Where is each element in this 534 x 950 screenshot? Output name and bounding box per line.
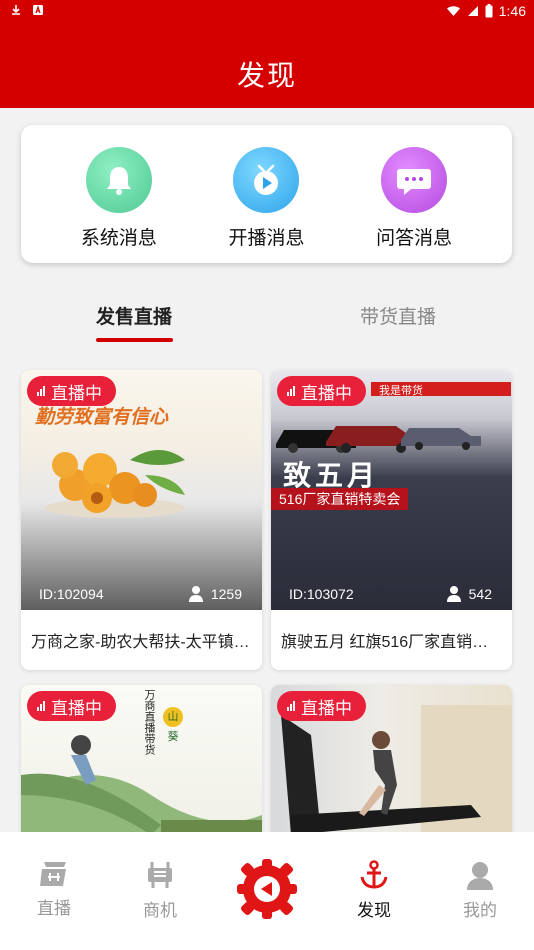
live-card[interactable]: 我是带货 致五月 516厂家直销特卖会 直播中 ID:103072 542 旗驶… (271, 370, 512, 670)
wifi-icon (446, 6, 460, 16)
live-badge: 直播中 (277, 691, 366, 721)
live-badge-label: 直播中 (301, 383, 352, 403)
nav-business-label: 商机 (143, 901, 177, 920)
nav-discover-label: 发现 (357, 901, 391, 920)
live-bars-icon (37, 701, 45, 711)
live-card[interactable]: 以 勤劳致富有信心 直播中 ID:102094 1259 万商之家-助农大帮扶-… (21, 370, 262, 670)
qa-message-label: 问答消息 (376, 228, 453, 249)
store-icon (148, 862, 172, 888)
live-message-label: 开播消息 (228, 228, 305, 249)
live-badge-label: 直播中 (51, 698, 102, 718)
live-title: 万商之家-助农大帮扶-太平镇枇杷 (31, 634, 253, 651)
notification-icon (33, 5, 43, 15)
system-message-label: 系统消息 (80, 228, 157, 249)
live-category-tabs: 发售直播 带货直播 (0, 290, 534, 350)
live-badge-label: 直播中 (51, 383, 102, 403)
nav-discover[interactable]: 发现 (334, 860, 414, 921)
user-icon (467, 862, 493, 890)
thumb-vertical-text: 万商直播带货 (143, 689, 155, 755)
system-message-button[interactable]: 系统消息 (59, 125, 179, 263)
app-bar: 发现 (0, 24, 534, 108)
live-badge: 直播中 (277, 376, 366, 406)
tab-presale-live[interactable]: 发售直播 (96, 302, 172, 329)
qa-message-button[interactable]: 问答消息 (354, 125, 474, 263)
center-play-icon (237, 859, 297, 919)
signal-icon (467, 6, 478, 16)
live-badge: 直播中 (27, 376, 116, 406)
shop-icon (40, 862, 66, 886)
active-tab-indicator (96, 338, 173, 342)
status-bar: 1:46 (0, 0, 534, 24)
live-badge: 直播中 (27, 691, 116, 721)
nav-mine-label: 我的 (463, 901, 497, 920)
treadmill-image (281, 705, 512, 835)
tv-play-icon (233, 147, 300, 213)
live-bars-icon (287, 701, 295, 711)
anchor-icon (360, 860, 388, 889)
viewer-count-value: 1259 (210, 586, 242, 602)
live-thumbnail: 以 勤劳致富有信心 直播中 ID:102094 1259 (21, 370, 262, 610)
nav-live-label: 直播 (37, 899, 71, 918)
loquat-fruit-image (45, 450, 185, 518)
thumb-subtitle: 516厂家直销特卖会 (271, 488, 409, 510)
viewer-count: 1259 (188, 586, 242, 602)
nav-center-play[interactable] (227, 858, 307, 920)
viewer-count-value: 542 (468, 586, 492, 602)
tab-sales-live[interactable]: 带货直播 (360, 302, 436, 329)
download-icon (12, 5, 20, 15)
cars-image (276, 426, 481, 453)
chat-bubble-icon (381, 147, 448, 213)
message-shortcuts-card: 系统消息 开播消息 问答消息 (21, 125, 512, 263)
live-thumbnail: 我是带货 致五月 516厂家直销特卖会 直播中 ID:103072 542 (271, 370, 512, 610)
thumb-seal: 山葵 (163, 707, 183, 743)
person-icon (446, 586, 461, 602)
bottom-navigation: 直播 商机 发现 我的 (0, 832, 534, 950)
live-bars-icon (37, 386, 45, 396)
page-title: 发现 (236, 60, 297, 91)
live-badge-label: 直播中 (301, 698, 352, 718)
bell-icon (85, 147, 152, 213)
battery-icon (485, 4, 493, 18)
thumb-caption-top: 我是带货 (379, 385, 423, 397)
thumb-slogan: 勤劳致富有信心 (35, 407, 169, 428)
live-title: 旗驶五月 红旗516厂家直销特卖会 (281, 634, 503, 651)
viewer-count: 542 (446, 586, 492, 602)
nav-mine[interactable]: 我的 (440, 860, 520, 921)
nav-live[interactable]: 直播 (14, 860, 94, 919)
room-id: ID:102094 (39, 586, 104, 602)
nav-business[interactable]: 商机 (120, 860, 200, 921)
live-bars-icon (287, 386, 295, 396)
live-message-button[interactable]: 开播消息 (206, 125, 326, 263)
room-id: ID:103072 (289, 586, 354, 602)
person-icon (188, 586, 203, 602)
clock: 1:46 (498, 3, 526, 19)
